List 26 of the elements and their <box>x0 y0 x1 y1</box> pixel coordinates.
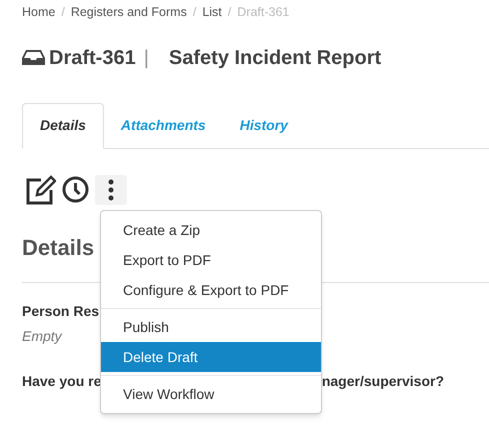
inbox-icon <box>22 49 45 66</box>
field-value: Empty <box>22 326 62 346</box>
menu-item[interactable]: View Workflow <box>101 379 321 409</box>
breadcrumb-link[interactable]: List <box>202 3 222 22</box>
breadcrumb-link[interactable]: Registers and Forms <box>70 3 187 22</box>
breadcrumb-separator: / <box>192 4 196 21</box>
breadcrumb-separator: / <box>61 4 65 21</box>
breadcrumb-link[interactable]: Home <box>22 3 56 22</box>
clock-icon[interactable] <box>62 176 89 204</box>
menu-item[interactable]: Delete Draft <box>101 342 321 372</box>
question-text: nager/supervisor? <box>322 372 444 391</box>
tab[interactable]: Details <box>22 102 104 149</box>
menu-item[interactable]: Configure & Export to PDF <box>101 275 321 305</box>
title-separator: | <box>144 46 149 71</box>
edit-icon[interactable] <box>25 174 56 205</box>
breadcrumb-current: Draft-361 <box>237 4 290 21</box>
record-title: Safety Incident Report <box>168 46 382 71</box>
menu-item[interactable]: Publish <box>101 312 321 342</box>
section-heading: Details <box>22 234 94 262</box>
vertical-dots-icon <box>108 178 114 201</box>
record-id: Draft-361 <box>49 46 136 71</box>
more-options-button[interactable] <box>95 174 127 205</box>
breadcrumb-separator: / <box>228 4 232 21</box>
field-label: Person Res <box>22 302 100 321</box>
menu-item[interactable]: Create a Zip <box>101 215 321 245</box>
menu-item[interactable]: Export to PDF <box>101 245 321 275</box>
